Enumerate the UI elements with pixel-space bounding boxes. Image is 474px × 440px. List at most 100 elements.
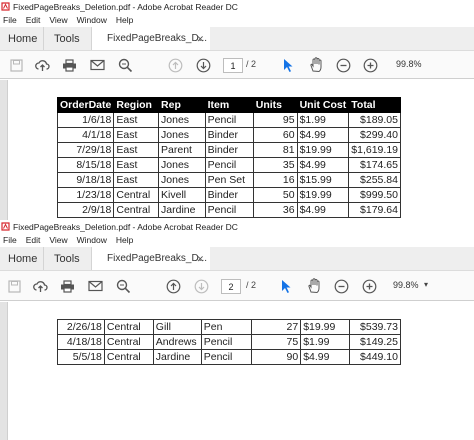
chevron-down-icon[interactable]: ▾ — [424, 280, 428, 289]
cell-region: Central — [113, 187, 160, 203]
zoom-level[interactable]: 99.8% — [393, 280, 419, 290]
cloud-upload-icon[interactable] — [34, 57, 50, 73]
cell-unit-cost: $1.99 — [296, 112, 350, 128]
page-number-input[interactable]: 2 — [221, 279, 241, 294]
menu-window[interactable]: Window — [77, 15, 107, 25]
zoom-in-icon[interactable] — [362, 57, 378, 73]
tab-home[interactable]: Home — [0, 247, 44, 270]
cell-region: Central — [103, 319, 154, 335]
cell-rep: Jardine — [152, 349, 202, 365]
window-title: FixedPageBreaks_Deletion.pdf - Adobe Acr… — [13, 221, 238, 232]
cell-units: 36 — [252, 202, 298, 218]
menu-view[interactable]: View — [49, 15, 67, 25]
document-page-1: OrderDate Region Rep Item Units Unit Cos… — [0, 80, 474, 224]
cell-units: 16 — [252, 172, 298, 188]
previous-page-icon[interactable] — [167, 57, 183, 73]
cell-rep: Jardine — [158, 202, 206, 218]
previous-page-icon[interactable] — [165, 278, 181, 294]
menu-help[interactable]: Help — [116, 15, 133, 25]
email-icon[interactable] — [87, 278, 103, 294]
cell-total: $539.73 — [349, 319, 401, 335]
col-header-orderdate: OrderDate — [56, 97, 115, 113]
cell-rep: Jones — [158, 157, 206, 173]
zoom-level[interactable]: 99.8% — [396, 59, 422, 69]
cell-unit-cost: $4.99 — [296, 127, 350, 143]
col-header-rep: Rep — [158, 97, 206, 113]
orders-table-page-2: 2/26/18 Central Gill Pen 27 $19.99 $539.… — [57, 319, 401, 365]
tab-tools[interactable]: Tools — [44, 27, 92, 50]
table-row: 5/5/18 Central Jardine Pencil 90 $4.99 $… — [57, 349, 401, 365]
table-row: 1/6/18 East Jones Pencil 95 $1.99 $189.0… — [56, 112, 401, 128]
menu-edit[interactable]: Edit — [26, 15, 41, 25]
orders-table-page-1: OrderDate Region Rep Item Units Unit Cos… — [56, 97, 401, 218]
menu-file[interactable]: File — [3, 235, 17, 245]
cell-orderdate: 8/15/18 — [56, 157, 115, 173]
table-row: 4/1/18 East Jones Binder 60 $4.99 $299.4… — [56, 127, 401, 143]
cell-item: Pencil — [204, 202, 254, 218]
menu-help[interactable]: Help — [116, 235, 133, 245]
next-page-icon[interactable] — [195, 57, 211, 73]
cell-units: 81 — [252, 142, 298, 158]
save-icon[interactable] — [8, 57, 24, 73]
col-header-total: Total — [348, 97, 401, 113]
cell-unit-cost: $19.99 — [296, 187, 350, 203]
page-total: / 2 — [246, 59, 257, 69]
menu-view[interactable]: View — [49, 235, 67, 245]
cell-orderdate: 4/1/18 — [56, 127, 115, 143]
print-icon[interactable] — [61, 57, 77, 73]
cell-item: Pen Set — [204, 172, 254, 188]
menu-window[interactable]: Window — [77, 235, 107, 245]
hand-tool-icon[interactable] — [308, 57, 324, 73]
acrobat-logo-icon — [1, 222, 10, 231]
tab-document[interactable]: FixedPageBreaks_D... ✕ — [92, 27, 210, 50]
acrobat-logo-icon — [1, 2, 10, 11]
menu-edit[interactable]: Edit — [26, 235, 41, 245]
cell-orderdate: 7/29/18 — [56, 142, 115, 158]
tab-document-label: FixedPageBreaks_D... — [107, 33, 208, 44]
close-icon[interactable]: ✕ — [196, 34, 204, 45]
select-cursor-icon[interactable] — [278, 278, 294, 294]
table-header-row: OrderDate Region Rep Item Units Unit Cos… — [56, 97, 401, 113]
cell-units: 50 — [252, 187, 298, 203]
next-page-icon[interactable] — [193, 278, 209, 294]
save-icon[interactable] — [6, 278, 22, 294]
tab-document-label: FixedPageBreaks_D... — [107, 253, 208, 264]
tab-home[interactable]: Home — [0, 27, 44, 50]
cell-unit-cost: $4.99 — [296, 202, 350, 218]
email-icon[interactable] — [89, 57, 105, 73]
zoom-out-icon[interactable] — [333, 278, 349, 294]
cell-region: Central — [113, 202, 160, 218]
cell-total: $299.40 — [348, 127, 401, 143]
zoom-out-icon[interactable] — [335, 57, 351, 73]
cell-item: Pencil — [200, 349, 252, 365]
zoom-in-icon[interactable] — [361, 278, 377, 294]
reader-window-bottom: FixedPageBreaks_Deletion.pdf - Adobe Acr… — [0, 220, 474, 440]
cell-total: $179.64 — [348, 202, 401, 218]
toolbar: 2 / 2 99.8% ▾ — [0, 271, 474, 301]
search-icon[interactable] — [115, 278, 131, 294]
cell-rep: Gill — [152, 319, 202, 335]
cell-total: $174.65 — [348, 157, 401, 173]
page-number-input[interactable]: 1 — [223, 58, 243, 73]
cell-units: 90 — [250, 349, 302, 365]
print-icon[interactable] — [59, 278, 75, 294]
cell-item: Pencil — [200, 334, 252, 350]
toolbar: 1 / 2 99.8% — [0, 51, 474, 79]
cell-units: 75 — [250, 334, 302, 350]
table-row: 4/18/18 Central Andrews Pencil 75 $1.99 … — [57, 334, 401, 350]
search-icon[interactable] — [117, 57, 133, 73]
cell-item: Binder — [204, 187, 254, 203]
select-cursor-icon[interactable] — [280, 57, 296, 73]
cloud-upload-icon[interactable] — [32, 278, 48, 294]
cell-item: Pencil — [204, 112, 254, 128]
menu-file[interactable]: File — [3, 15, 17, 25]
window-title: FixedPageBreaks_Deletion.pdf - Adobe Acr… — [13, 1, 238, 12]
close-icon[interactable]: ✕ — [196, 254, 204, 265]
cell-region: East — [113, 127, 160, 143]
cell-item: Pencil — [204, 157, 254, 173]
hand-tool-icon[interactable] — [306, 278, 322, 294]
cell-total: $449.10 — [349, 349, 401, 365]
tab-tools[interactable]: Tools — [44, 247, 92, 270]
cell-orderdate: 1/6/18 — [56, 112, 115, 128]
tab-document[interactable]: FixedPageBreaks_D... ✕ — [92, 247, 210, 270]
